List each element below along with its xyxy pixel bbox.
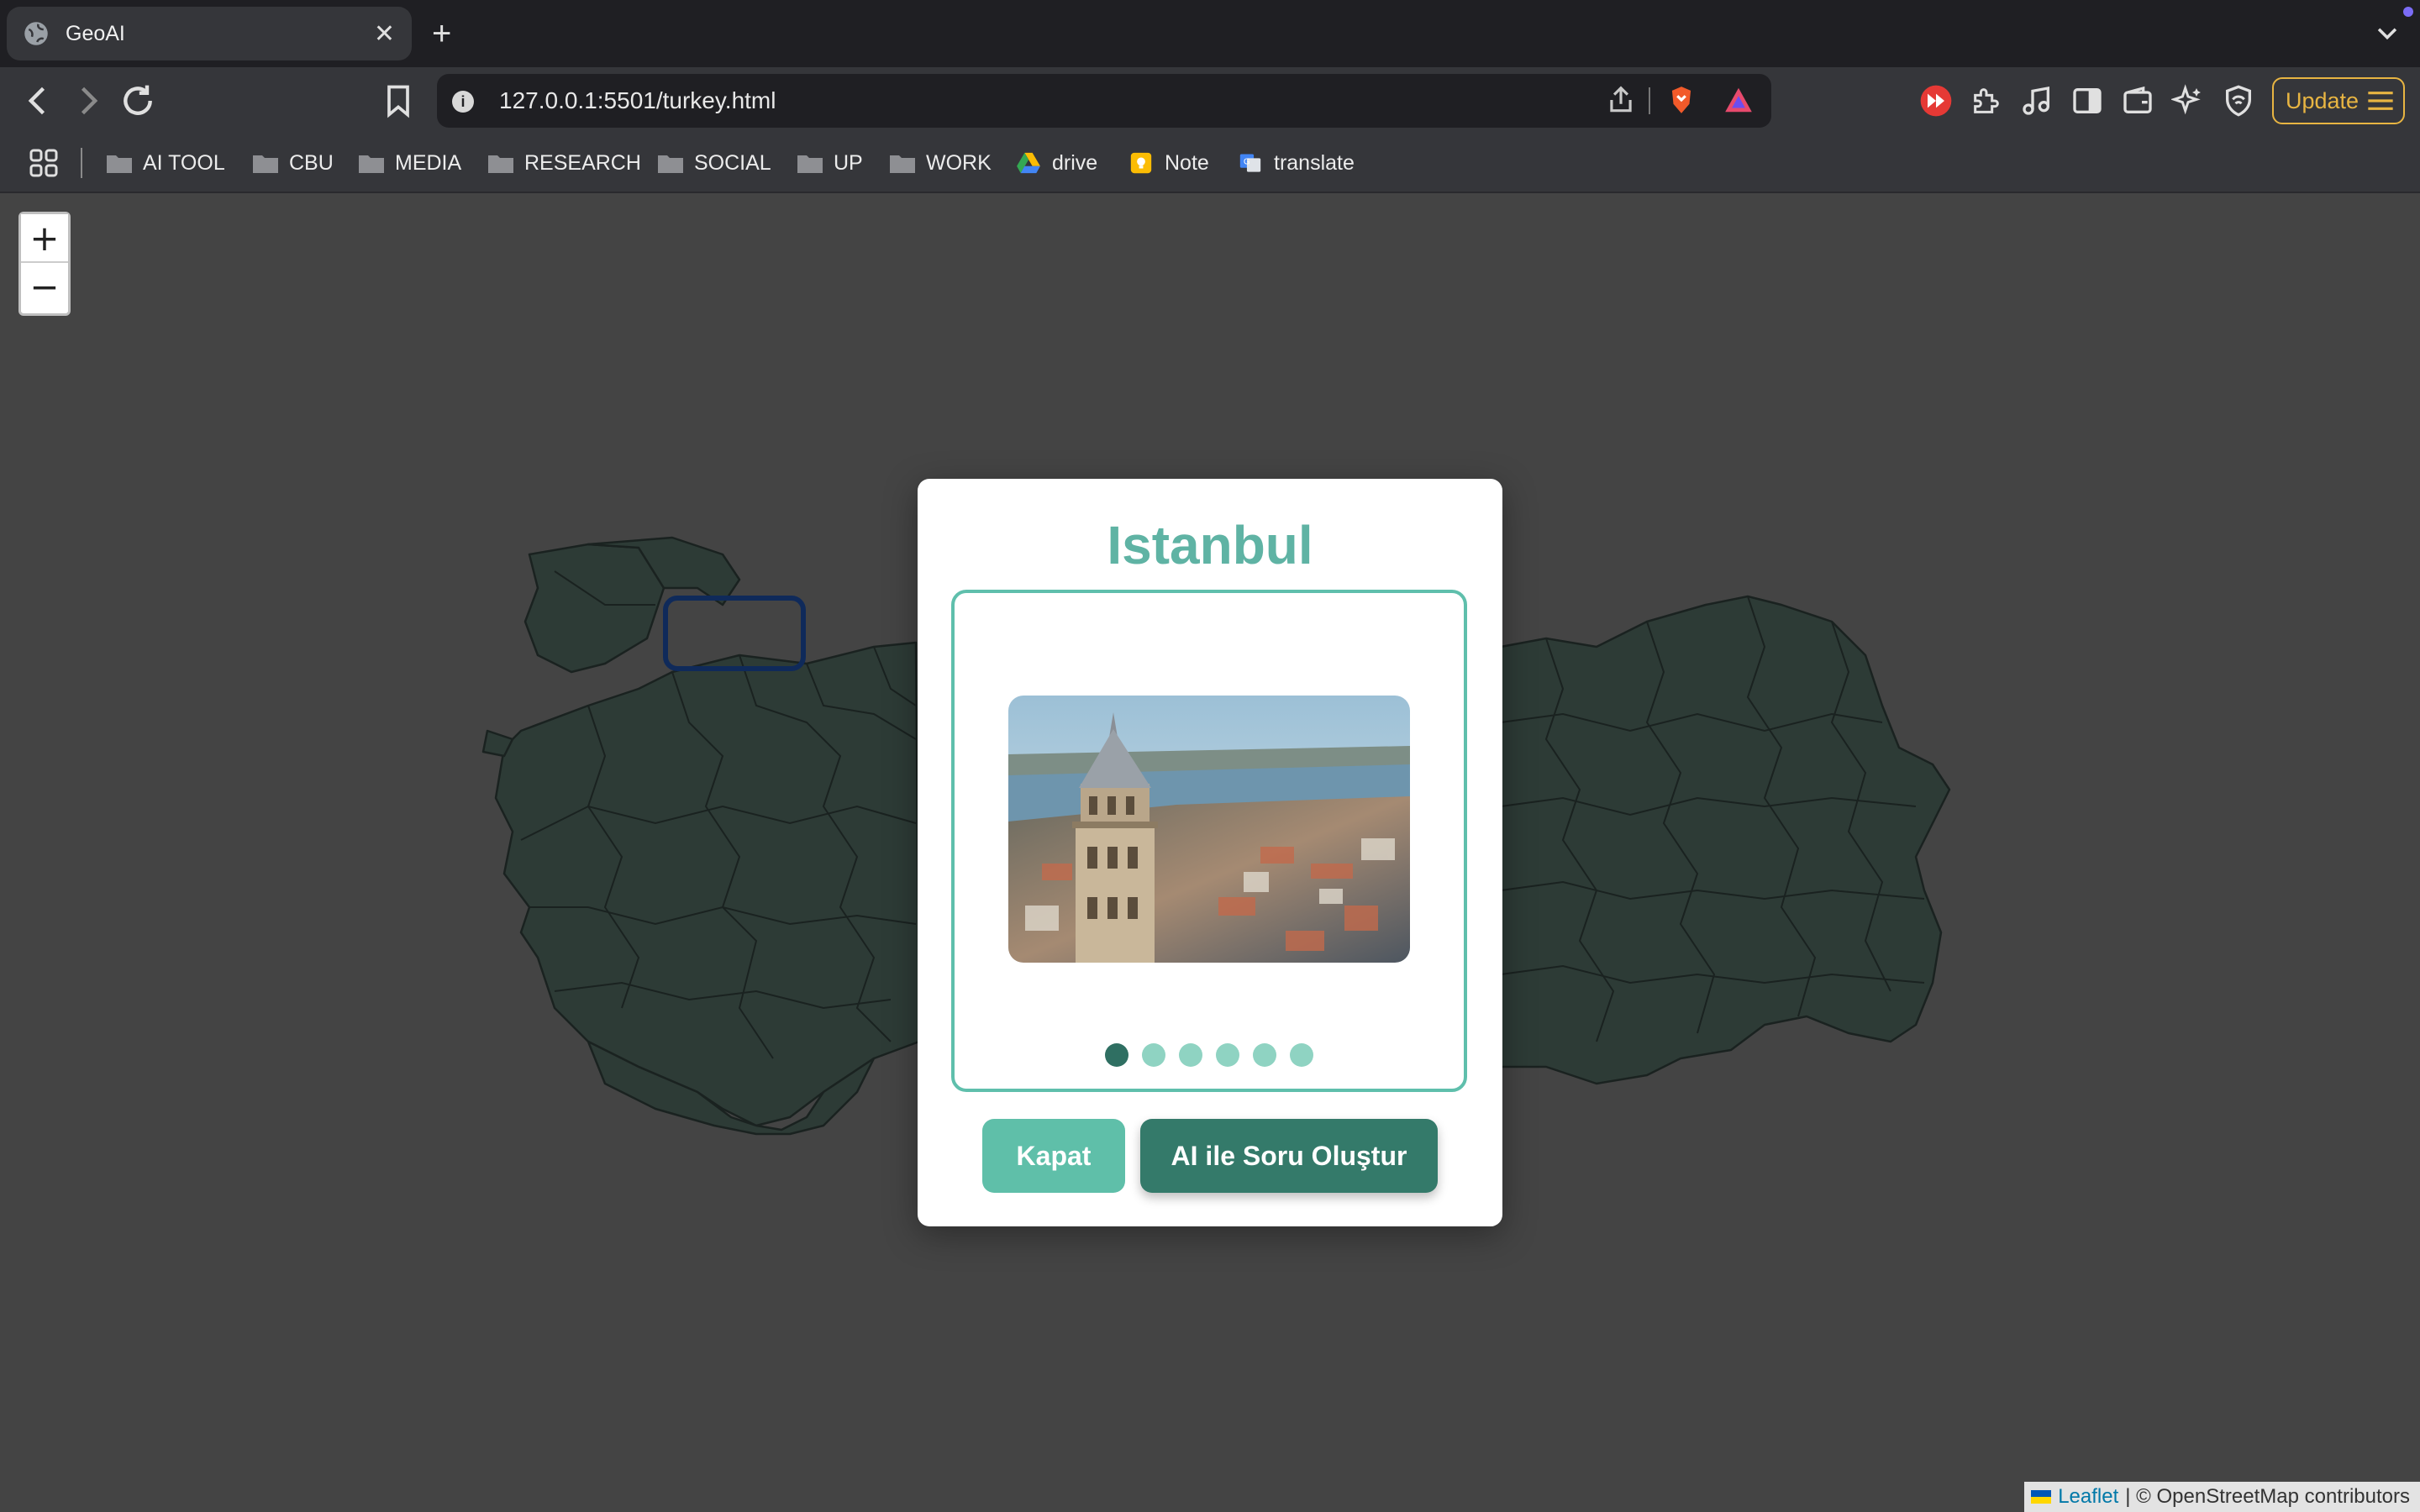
galata-tower-photo [1008,696,1410,963]
modal-title: Istanbul [1107,515,1313,575]
carousel-dot[interactable] [1142,1043,1165,1067]
zoom-control: + − [18,212,71,316]
province-edirne [523,543,666,674]
city-modal: Istanbul Kapat AI ile Soru Oluştur [918,479,1502,1226]
osm-attribution-text: | © OpenStreetMap contributors [2125,1485,2410,1508]
carousel-dot[interactable] [1179,1043,1202,1067]
zoom-in-button[interactable]: + [21,214,68,263]
ukraine-flag-icon [2031,1490,2052,1504]
close-button[interactable]: Kapat [982,1119,1125,1193]
province-west-block [494,641,921,1127]
carousel-dot[interactable] [1216,1043,1239,1067]
carousel-dot[interactable] [1290,1043,1313,1067]
generate-ai-question-button[interactable]: AI ile Soru Oluştur [1140,1119,1438,1193]
map-attribution: Leaflet | © OpenStreetMap contributors [2024,1482,2420,1512]
image-carousel[interactable] [951,590,1467,1092]
zoom-out-button[interactable]: − [21,263,68,312]
carousel-dots [955,1043,1464,1067]
leaflet-link[interactable]: Leaflet [2058,1485,2118,1509]
province-east-block [1499,595,1951,1085]
carousel-dot[interactable] [1253,1043,1276,1067]
carousel-dot[interactable] [1105,1043,1128,1067]
city-photo [1008,696,1410,963]
